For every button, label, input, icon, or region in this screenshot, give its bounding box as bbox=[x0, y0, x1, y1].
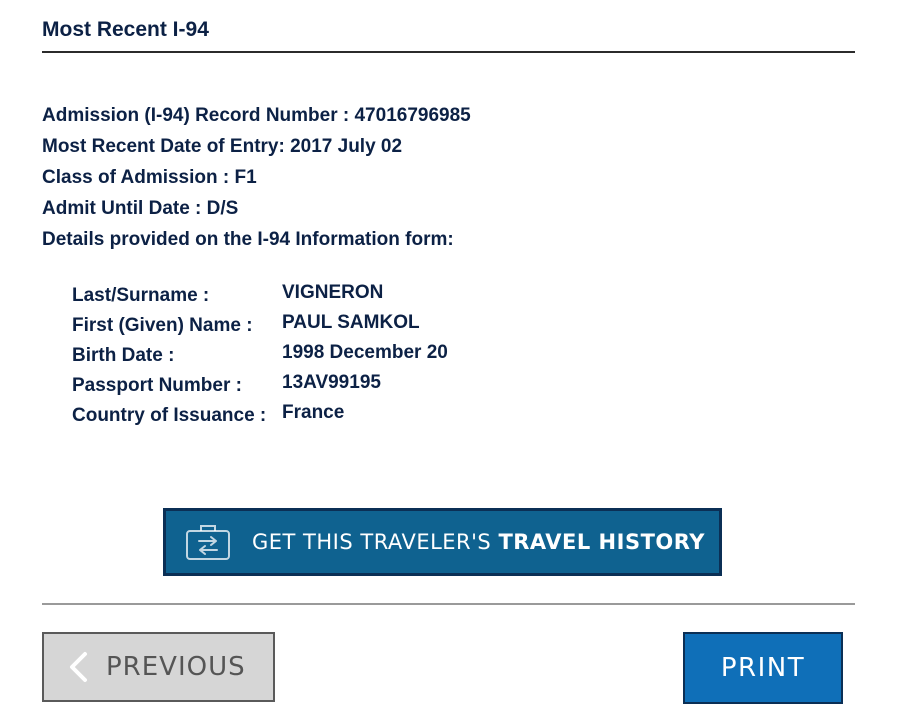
travel-history-button[interactable]: GET THIS TRAVELER'S TRAVEL HISTORY bbox=[163, 508, 722, 576]
i94-result-page: Most Recent I-94 Admission (I-94) Record… bbox=[0, 0, 908, 726]
detail-value: 13AV99195 bbox=[282, 372, 381, 393]
detail-label: Passport Number : bbox=[72, 375, 242, 396]
detail-value: France bbox=[282, 402, 345, 423]
detail-value: 1998 December 20 bbox=[282, 342, 448, 363]
detail-row-birth-date: Birth Date : 1998 December 20 bbox=[72, 341, 448, 371]
previous-label: PREVIOUS bbox=[106, 652, 246, 682]
entry-date: Most Recent Date of Entry: 2017 July 02 bbox=[42, 136, 403, 157]
detail-value: VIGNERON bbox=[282, 282, 384, 303]
travel-history-label-prefix: GET THIS TRAVELER'S bbox=[252, 530, 499, 554]
record-summary: Admission (I-94) Record Number : 4701679… bbox=[42, 100, 471, 255]
record-number: Admission (I-94) Record Number : 4701679… bbox=[42, 105, 471, 126]
detail-label: Birth Date : bbox=[72, 345, 175, 366]
travel-history-label-bold: TRAVEL HISTORY bbox=[498, 530, 705, 554]
detail-row-surname: Last/Surname : VIGNERON bbox=[72, 281, 448, 311]
detail-row-passport-number: Passport Number : 13AV99195 bbox=[72, 371, 448, 401]
details-intro: Details provided on the I-94 Information… bbox=[42, 229, 454, 250]
traveler-details: Last/Surname : VIGNERON First (Given) Na… bbox=[72, 281, 448, 431]
detail-label: First (Given) Name : bbox=[72, 315, 253, 336]
section-title: Most Recent I-94 bbox=[42, 18, 209, 41]
class-of-admission: Class of Admission : F1 bbox=[42, 167, 257, 188]
detail-label: Last/Surname : bbox=[72, 285, 210, 306]
print-label: PRINT bbox=[720, 653, 806, 683]
detail-value: PAUL SAMKOL bbox=[282, 312, 420, 333]
previous-button[interactable]: PREVIOUS bbox=[42, 632, 275, 702]
detail-row-country: Country of Issuance : France bbox=[72, 401, 448, 431]
suitcase-transfer-icon bbox=[186, 525, 230, 560]
footer-divider bbox=[42, 603, 855, 605]
detail-row-given-name: First (Given) Name : PAUL SAMKOL bbox=[72, 311, 448, 341]
title-divider bbox=[42, 51, 855, 53]
admit-until-date: Admit Until Date : D/S bbox=[42, 198, 239, 219]
detail-label: Country of Issuance : bbox=[72, 405, 267, 426]
travel-history-label: GET THIS TRAVELER'S TRAVEL HISTORY bbox=[252, 530, 705, 554]
chevron-left-icon bbox=[70, 652, 87, 682]
print-button[interactable]: PRINT bbox=[683, 632, 843, 704]
